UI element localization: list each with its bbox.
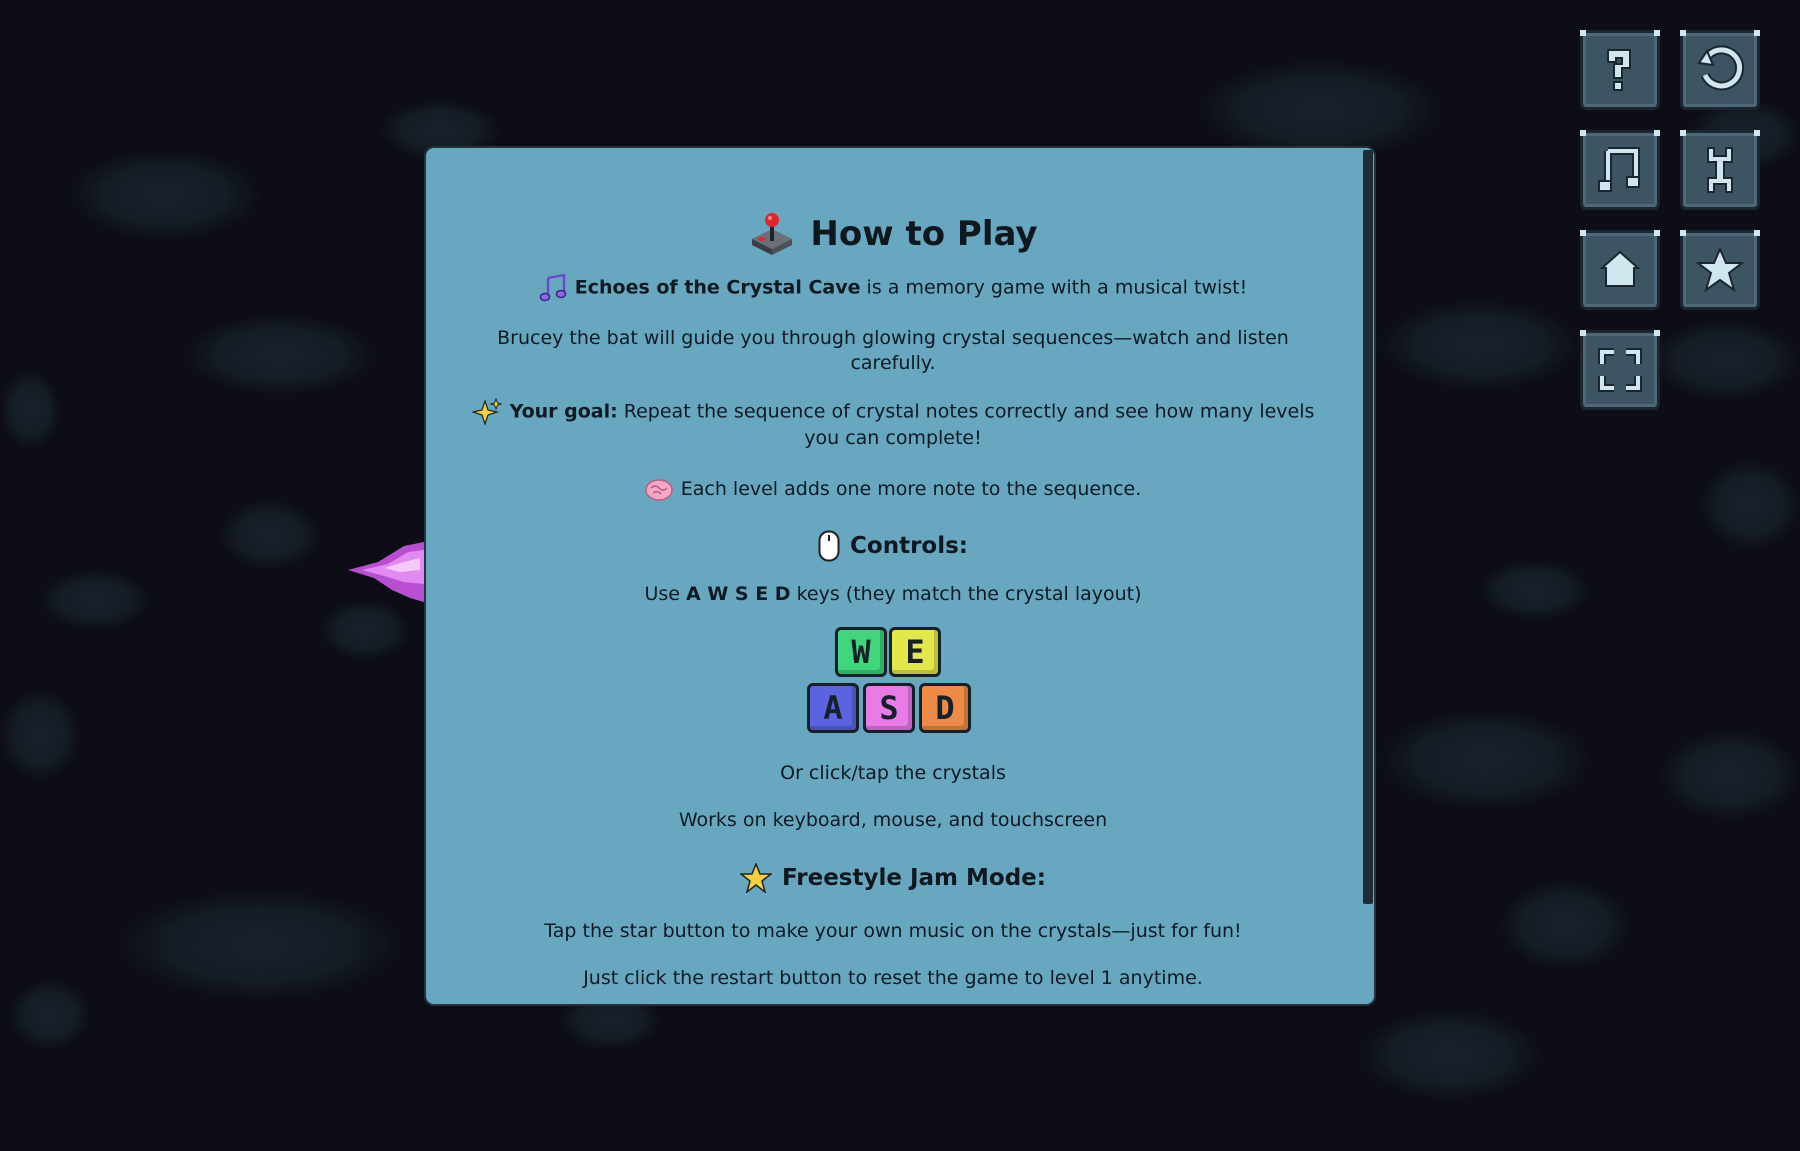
key-d[interactable]: D — [919, 683, 971, 733]
freestyle-heading: Freestyle Jam Mode: — [426, 863, 1360, 893]
freestyle-button[interactable] — [1680, 230, 1760, 310]
modal-title: How to Play — [426, 210, 1360, 258]
controls-use-text: Use — [644, 583, 686, 605]
restart-icon — [1697, 45, 1745, 91]
settings-button[interactable] — [1680, 130, 1760, 210]
home-button[interactable] — [1580, 230, 1660, 310]
goal-text: Repeat the sequence of crystal notes cor… — [617, 400, 1315, 450]
goal-label: Your goal: — [509, 400, 618, 423]
star-icon — [1696, 247, 1744, 293]
home-icon — [1599, 250, 1641, 287]
modal-scrollbar[interactable] — [1362, 148, 1374, 1004]
crystal-shard-icon — [348, 542, 424, 602]
restart-button[interactable] — [1680, 30, 1760, 110]
freestyle-paragraph: Tap the star button to make your own mus… — [544, 920, 1242, 942]
works-paragraph: Works on keyboard, mouse, and touchscree… — [678, 809, 1108, 831]
key-w[interactable]: W — [835, 627, 887, 677]
intro-paragraph: Echoes of the Crystal Cave is a memory g… — [426, 274, 1360, 302]
question-mark-icon — [1607, 49, 1631, 91]
fullscreen-icon — [1598, 348, 1642, 392]
joystick-icon — [752, 213, 793, 255]
brain-icon — [644, 478, 673, 501]
title-text: How to Play — [810, 214, 1038, 254]
level-text: Each level adds one more note to the seq… — [680, 478, 1142, 500]
music-note-icon — [539, 274, 566, 302]
help-button[interactable] — [1580, 30, 1660, 110]
controls-keys: A W S E D — [686, 583, 791, 605]
key-e[interactable]: E — [889, 627, 941, 677]
sparkles-icon — [471, 398, 502, 426]
modal-content[interactable]: How to Play Echoes of the Crystal Cave i… — [426, 148, 1360, 1004]
controls-paragraph: Use A W S E D keys (they match the cryst… — [426, 582, 1360, 607]
key-s[interactable]: S — [863, 683, 915, 733]
freestyle-title: Freestyle Jam Mode: — [782, 865, 1046, 891]
mouse-icon — [818, 530, 840, 562]
music-note-icon — [1598, 147, 1640, 192]
keyboard-keys: W E A S D — [807, 627, 979, 739]
fullscreen-button[interactable] — [1580, 330, 1660, 410]
scrollbar-thumb[interactable] — [1363, 150, 1373, 904]
guide-paragraph: Brucey the bat will guide you through gl… — [497, 327, 1289, 374]
key-a[interactable]: A — [807, 683, 859, 733]
music-button[interactable] — [1580, 130, 1660, 210]
game-name: Echoes of the Crystal Cave — [574, 276, 861, 299]
how-to-play-modal: How to Play Echoes of the Crystal Cave i… — [424, 146, 1376, 1006]
click-paragraph: Or click/tap the crystals — [780, 762, 1006, 784]
controls-title: Controls: — [850, 533, 968, 559]
level-paragraph: Each level adds one more note to the seq… — [426, 477, 1360, 502]
goal-paragraph: Your goal: Repeat the sequence of crysta… — [426, 398, 1360, 451]
controls-rest-text: keys (they match the crystal layout) — [790, 583, 1142, 605]
intro-text: is a memory game with a musical twist! — [860, 276, 1248, 299]
wrench-icon — [1707, 147, 1733, 193]
star-icon — [740, 863, 773, 893]
controls-heading: Controls: — [426, 530, 1360, 562]
restart-paragraph: Just click the restart button to reset t… — [583, 967, 1203, 989]
